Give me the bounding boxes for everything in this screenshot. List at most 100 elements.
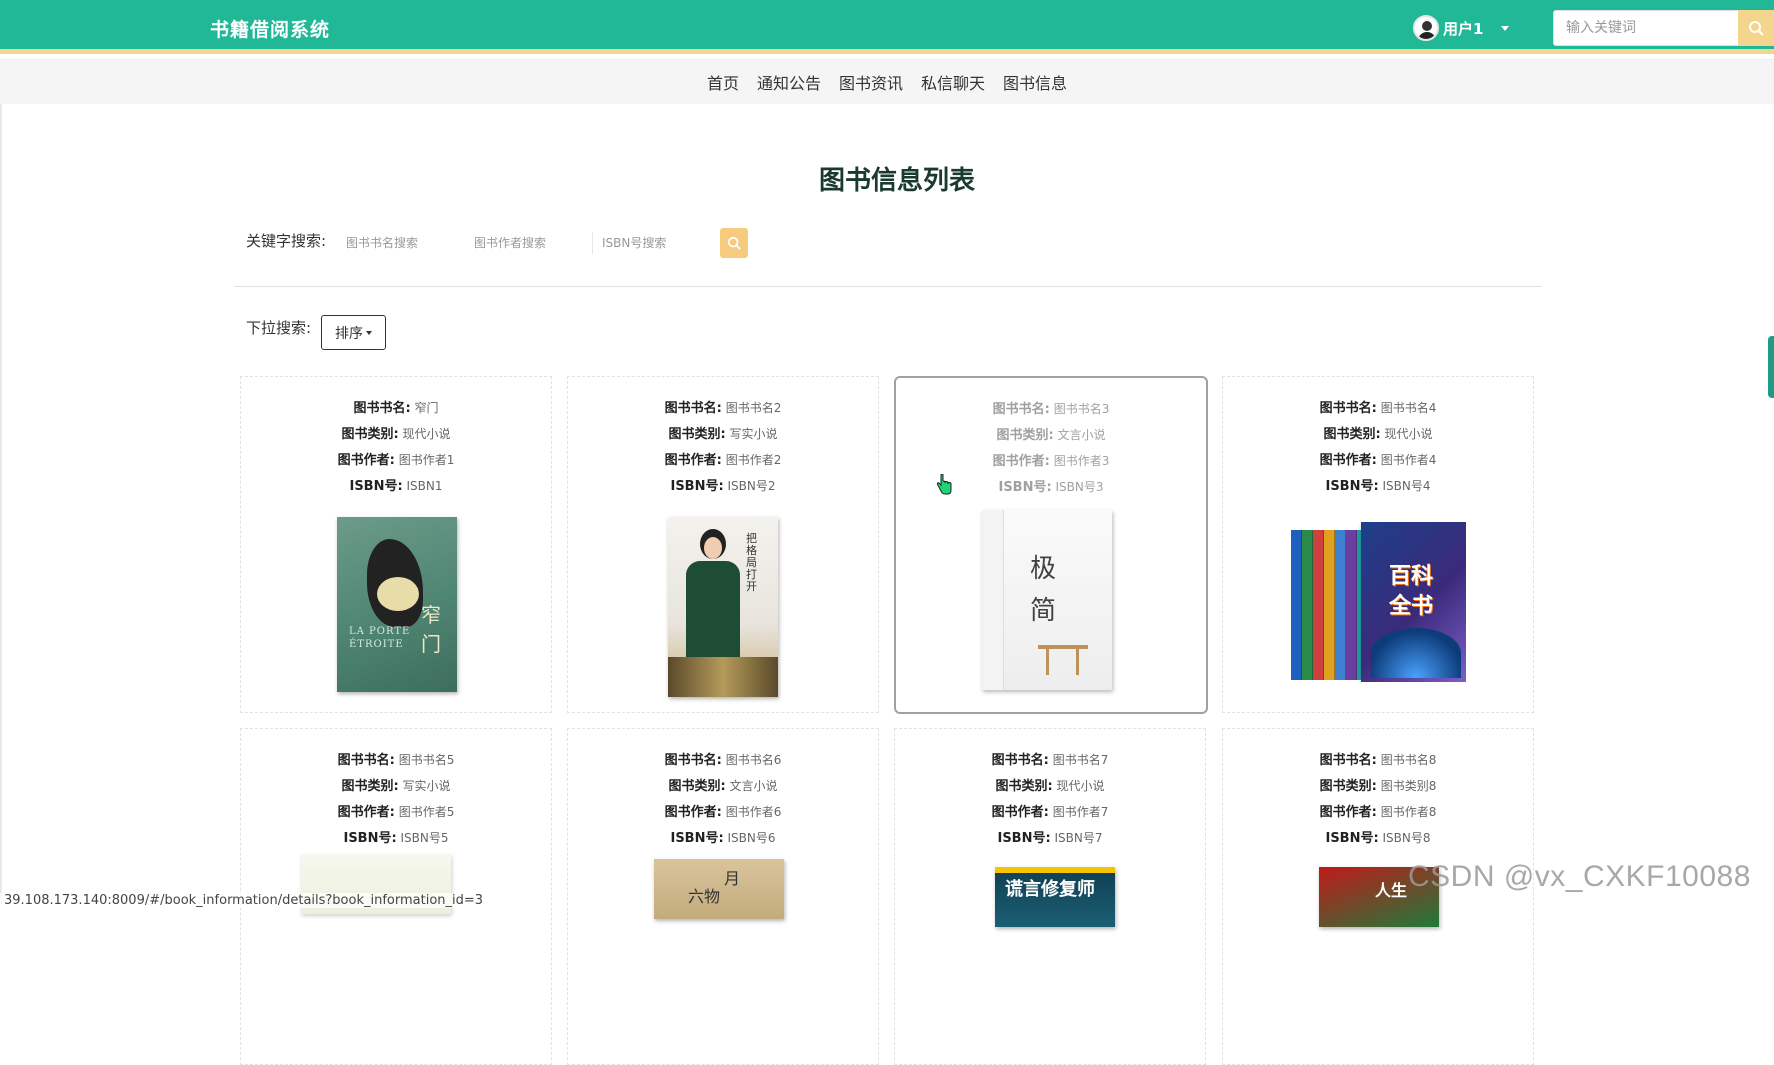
book-cover[interactable]: 谎言修复师 [995,867,1115,927]
isbn-search-input[interactable] [602,231,722,255]
field-label: 图书类别: [341,779,399,794]
book-name-line: 图书书名: 图书书名5 [241,747,551,773]
field-label: 图书书名: [353,401,411,416]
user-name[interactable]: 用户1 [1443,18,1483,39]
avatar[interactable] [1413,15,1439,41]
field-label: 图书作者: [664,453,722,468]
book-author: 图书作者4 [1380,453,1437,467]
header-search-input[interactable] [1553,10,1739,46]
book-name: 图书书名4 [1380,401,1437,415]
field-label: ISBN号: [1325,479,1379,494]
book-cover[interactable]: 把格局打开 [668,517,778,697]
nav-item-home[interactable]: 首页 [707,70,739,94]
cover-portrait-face [704,537,722,559]
nav-item-notices[interactable]: 通知公告 [757,70,821,94]
dropdown-search-label: 下拉搜索: [246,319,312,337]
book-cover[interactable]: 百科 全书 [1291,522,1466,682]
cover-title-1: 极 [1030,554,1057,584]
book-category-line: 图书类别: 现代小说 [1223,421,1533,447]
book-author-line: 图书作者: 图书作者3 [896,448,1206,474]
book-card[interactable]: 图书书名: 图书书名2 图书类别: 写实小说 图书作者: 图书作者2 ISBN号… [567,376,879,713]
field-label: 图书作者: [1319,805,1377,820]
user-menu[interactable]: 用户1 [1413,14,1510,42]
book-info: 图书书名: 图书书名4 图书类别: 现代小说 图书作者: 图书作者4 ISBN号… [1223,395,1533,499]
search-icon [1749,21,1764,36]
book-isbn: ISBN号2 [727,479,776,493]
book-card[interactable]: 图书书名: 图书书名6 图书类别: 文言小说 图书作者: 图书作者6 ISBN号… [567,728,879,1065]
book-cover[interactable]: 窄门 LA PORTE ÉTROITE [337,517,457,692]
book-category: 文言小说 [729,779,778,793]
field-label: 图书书名: [337,753,395,768]
book-author: 图书作者3 [1053,454,1110,468]
site-brand[interactable]: 书籍借阅系统 [210,15,330,42]
chevron-down-icon[interactable] [1501,25,1510,31]
nav-item-book-news[interactable]: 图书资讯 [839,70,903,94]
book-name-line: 图书书名: 图书书名8 [1223,747,1533,773]
cover-title-fr: LA PORTE ÉTROITE [349,626,411,650]
cover-title: 人生 [1375,881,1408,900]
book-isbn: ISBN1 [406,479,443,493]
book-name: 图书书名7 [1052,753,1109,767]
cover-title-2: 简 [1030,596,1057,626]
book-isbn-line: ISBN号: ISBN号7 [895,825,1205,851]
book-card[interactable]: 图书书名: 窄门 图书类别: 现代小说 图书作者: 图书作者1 ISBN号: I… [240,376,552,713]
book-info: 图书书名: 图书书名6 图书类别: 文言小说 图书作者: 图书作者6 ISBN号… [568,747,878,851]
keyword-search-label: 关键字搜索: [246,232,327,250]
book-isbn-line: ISBN号: ISBN1 [241,473,551,499]
main-nav: 首页 通知公告 图书资讯 私信聊天 图书信息 [0,59,1774,104]
book-card[interactable]: 图书书名: 图书书名7 图书类别: 现代小说 图书作者: 图书作者7 ISBN号… [894,728,1206,1065]
spine [1291,530,1302,680]
field-label: ISBN号: [998,480,1052,495]
field-label: 图书类别: [1323,427,1381,442]
book-category: 图书类别8 [1380,779,1437,793]
book-category-line: 图书类别: 文言小说 [568,773,878,799]
side-drawer-handle[interactable] [1768,336,1774,398]
book-card[interactable]: 图书书名: 图书书名3 图书类别: 文言小说 图书作者: 图书作者3 ISBN号… [894,376,1208,714]
book-author-search-input[interactable] [474,231,594,255]
spine [1313,530,1324,680]
cover-title-2: 全书 [1389,594,1434,619]
book-category: 现代小说 [402,427,451,441]
header-search-button[interactable] [1738,10,1774,46]
book-name-search-input[interactable] [346,231,466,255]
cover-title-2: 六物 [688,887,721,906]
book-card[interactable]: 图书书名: 图书书名4 图书类别: 现代小说 图书作者: 图书作者4 ISBN号… [1222,376,1534,713]
book-info: 图书书名: 图书书名5 图书类别: 写实小说 图书作者: 图书作者5 ISBN号… [241,747,551,851]
status-url: 39.108.173.140:8009/#/book_information/d… [0,893,488,908]
book-cover[interactable]: 月 六物 [654,859,784,919]
book-category: 现代小说 [1056,779,1105,793]
book-info: 图书书名: 图书书名8 图书类别: 图书类别8 图书作者: 图书作者8 ISBN… [1223,747,1533,851]
field-label: ISBN号: [670,479,724,494]
cover-spine [982,510,1004,690]
field-label: 图书类别: [668,779,726,794]
book-isbn: ISBN号4 [1382,479,1431,493]
keyword-search-button[interactable] [720,228,748,258]
hand-pointer-icon [936,474,952,495]
book-author: 图书作者6 [725,805,782,819]
field-label: 图书书名: [991,753,1049,768]
field-label: 图书类别: [996,428,1054,443]
book-author-line: 图书作者: 图书作者7 [895,799,1205,825]
sort-dropdown-button[interactable]: 排序 [321,315,386,350]
book-name-line: 图书书名: 图书书名4 [1223,395,1533,421]
book-isbn-line: ISBN号: ISBN号4 [1223,473,1533,499]
book-author-line: 图书作者: 图书作者4 [1223,447,1533,473]
cover-spines [1291,530,1368,680]
book-author-line: 图书作者: 图书作者8 [1223,799,1533,825]
nav-item-book-info[interactable]: 图书信息 [1003,70,1067,94]
nav-item-private-chat[interactable]: 私信聊天 [921,70,985,94]
field-label: 图书书名: [664,401,722,416]
book-name: 图书书名8 [1380,753,1437,767]
field-label: 图书作者: [337,453,395,468]
book-name: 图书书名5 [398,753,455,767]
field-label: 图书书名: [664,753,722,768]
book-author: 图书作者7 [1052,805,1109,819]
book-author: 图书作者8 [1380,805,1437,819]
book-category-line: 图书类别: 文言小说 [896,422,1206,448]
book-name: 图书书名2 [725,401,782,415]
book-card[interactable]: 图书书名: 图书书名8 图书类别: 图书类别8 图书作者: 图书作者8 ISBN… [1222,728,1534,1065]
book-cover[interactable]: 极 简 [982,510,1112,690]
book-info: 图书书名: 图书书名7 图书类别: 现代小说 图书作者: 图书作者7 ISBN号… [895,747,1205,851]
book-author-line: 图书作者: 图书作者1 [241,447,551,473]
field-label: 图书书名: [992,402,1050,417]
